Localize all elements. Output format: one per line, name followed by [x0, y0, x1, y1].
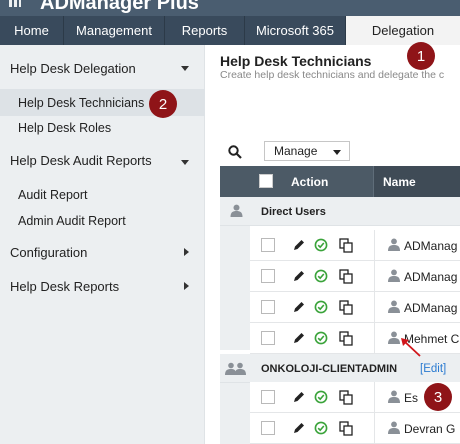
check-circle-icon[interactable]	[314, 238, 328, 252]
column-header-name[interactable]: Name	[374, 166, 460, 197]
group-gutter	[220, 226, 250, 350]
apps-grid-icon[interactable]	[9, 0, 21, 7]
manage-dropdown[interactable]: Manage	[264, 141, 350, 161]
user-icon	[388, 300, 400, 313]
chevron-right-icon	[184, 282, 189, 290]
edit-group-link[interactable]: [Edit]	[420, 363, 446, 375]
row-checkbox[interactable]	[261, 390, 275, 404]
edit-icon[interactable]	[292, 390, 306, 404]
table-header: Action Name	[220, 166, 460, 197]
user-icon	[388, 421, 400, 434]
check-circle-icon[interactable]	[314, 331, 328, 345]
app-header: ADManager Plus	[0, 0, 460, 16]
table-row[interactable]: ADManag	[250, 261, 460, 292]
edit-icon[interactable]	[292, 269, 306, 283]
column-divider	[374, 230, 375, 261]
main-nav: Home Management Reports Microsoft 365 De…	[0, 16, 460, 45]
sidebar-item-label: Help Desk Reports	[10, 278, 120, 294]
edit-icon[interactable]	[292, 331, 306, 345]
group-icon	[225, 362, 246, 375]
row-checkbox[interactable]	[261, 238, 275, 252]
sidebar-item-label: Help Desk Technicians	[18, 95, 145, 110]
group-row-direct-users: Direct Users	[220, 197, 460, 226]
user-name[interactable]: Devran G	[404, 422, 455, 436]
edit-icon[interactable]	[292, 238, 306, 252]
check-circle-icon[interactable]	[314, 300, 328, 314]
sidebar-item-label: Admin Audit Report	[18, 214, 126, 228]
edit-icon[interactable]	[292, 300, 306, 314]
user-name[interactable]: ADManag	[404, 301, 457, 315]
user-name[interactable]: ADManag	[404, 270, 457, 284]
annotation-arrow-icon	[401, 338, 421, 357]
column-divider	[374, 261, 375, 292]
chevron-down-icon	[181, 66, 189, 71]
user-name[interactable]: Es	[404, 391, 418, 405]
sidebar-item-audit-report[interactable]: Audit Report	[0, 183, 205, 207]
check-circle-icon[interactable]	[314, 421, 328, 435]
user-icon	[388, 238, 400, 251]
sidebar-item-label: Audit Report	[18, 188, 88, 202]
sidebar-item-admin-audit-report[interactable]: Admin Audit Report	[0, 209, 205, 233]
chevron-down-icon	[333, 150, 341, 155]
sidebar-item-label: Help Desk Audit Reports	[10, 152, 152, 168]
group-row-onkoloji-clientadmin: ONKOLOJI-CLIENTADMIN [Edit]	[220, 354, 460, 383]
sidebar-item-help-desk-delegation[interactable]: Help Desk Delegation	[0, 55, 205, 81]
column-divider	[374, 292, 375, 323]
sidebar-item-help-desk-roles[interactable]: Help Desk Roles	[0, 116, 205, 140]
annotation-badge-3: 3	[424, 383, 452, 411]
copy-icon[interactable]	[339, 300, 353, 315]
annotation-badge-2: 2	[149, 90, 177, 118]
copy-icon[interactable]	[339, 421, 353, 436]
group-label: ONKOLOJI-CLIENTADMIN	[261, 363, 398, 375]
user-icon	[388, 269, 400, 282]
sidebar-item-configuration[interactable]: Configuration	[0, 239, 205, 265]
check-circle-icon[interactable]	[314, 390, 328, 404]
tab-microsoft-365[interactable]: Microsoft 365	[245, 16, 346, 45]
copy-icon[interactable]	[339, 269, 353, 284]
manage-label: Manage	[274, 144, 318, 158]
group-label: Direct Users	[261, 206, 326, 218]
table-row[interactable]: Devran G	[250, 413, 460, 444]
chevron-right-icon	[184, 248, 189, 256]
app-title: ADManager Plus	[40, 0, 199, 14]
edit-icon[interactable]	[292, 421, 306, 435]
main-content: Help Desk Technicians Create help desk t…	[206, 45, 460, 444]
row-checkbox[interactable]	[261, 269, 275, 283]
column-divider	[374, 413, 375, 444]
user-icon	[230, 204, 243, 217]
tab-management[interactable]: Management	[64, 16, 165, 45]
check-circle-icon[interactable]	[314, 269, 328, 283]
row-checkbox[interactable]	[261, 331, 275, 345]
page-title: Help Desk Technicians	[220, 53, 372, 69]
table-row[interactable]: Mehmet C	[250, 323, 460, 354]
copy-icon[interactable]	[339, 238, 353, 253]
group-gutter	[220, 383, 250, 444]
table-row[interactable]: ADManag	[250, 230, 460, 261]
row-checkbox[interactable]	[261, 421, 275, 435]
sidebar-item-help-desk-reports[interactable]: Help Desk Reports	[0, 273, 205, 299]
search-icon[interactable]	[228, 145, 242, 159]
tab-reports[interactable]: Reports	[165, 16, 245, 45]
select-all-checkbox[interactable]	[259, 174, 273, 188]
copy-icon[interactable]	[339, 331, 353, 346]
sidebar-item-label: Help Desk Roles	[18, 121, 112, 135]
column-divider	[374, 323, 375, 354]
copy-icon[interactable]	[339, 390, 353, 405]
page-description: Create help desk technicians and delegat…	[220, 69, 445, 81]
user-icon	[388, 390, 400, 403]
sidebar-item-label: Help Desk Delegation	[10, 60, 136, 76]
chevron-down-icon	[181, 160, 189, 165]
tab-home[interactable]: Home	[0, 16, 64, 45]
table-row[interactable]: ADManag	[250, 292, 460, 323]
tab-delegation[interactable]: Delegation	[346, 16, 460, 45]
sidebar-item-label: Configuration	[10, 244, 88, 260]
user-name[interactable]: ADManag	[404, 239, 457, 253]
row-checkbox[interactable]	[261, 300, 275, 314]
sidebar-item-help-desk-audit-reports[interactable]: Help Desk Audit Reports	[0, 147, 205, 173]
column-header-action: Action	[291, 175, 329, 189]
annotation-badge-1: 1	[407, 42, 435, 70]
column-divider	[374, 382, 375, 413]
